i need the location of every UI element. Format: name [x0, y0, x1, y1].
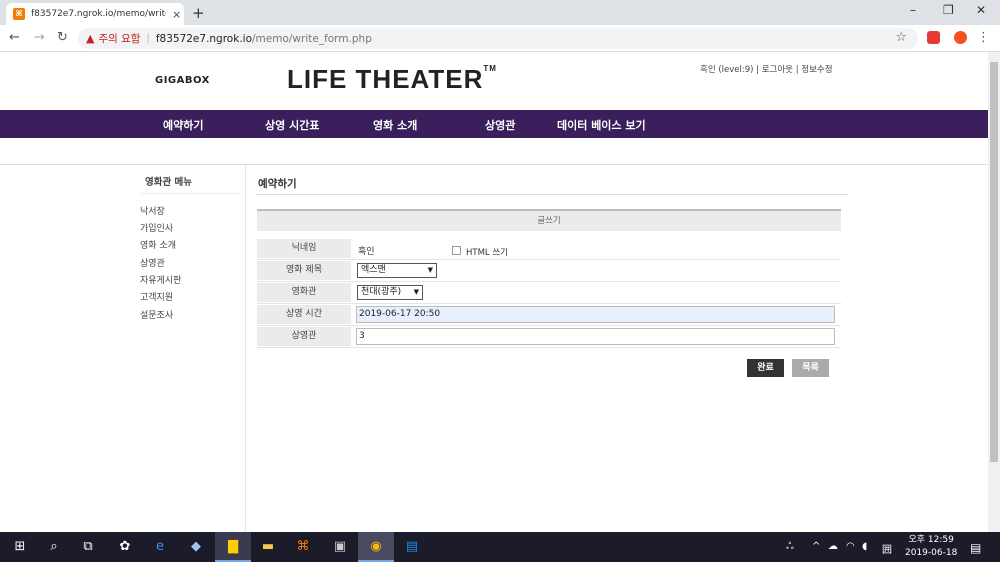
showtime-label: 상영 시간 — [257, 305, 351, 324]
cinema-selected: 천대(광주) — [361, 287, 402, 297]
nav-theater[interactable]: 상영관 — [485, 117, 515, 133]
nav-database[interactable]: 데이터 베이스 보기 — [557, 117, 646, 133]
back-arrow-icon[interactable]: ← — [9, 30, 20, 45]
window-close-button[interactable]: ✕ — [976, 3, 986, 17]
sidebar-item-greetings[interactable]: 가입인사 — [140, 221, 173, 234]
new-tab-button[interactable]: + — [192, 4, 205, 22]
divider — [256, 194, 848, 195]
divider: | — [146, 33, 150, 44]
tab-title: f83572e7.ngrok.io/memo/write_ — [31, 9, 166, 19]
file-explorer-icon[interactable]: ▬ — [260, 539, 276, 555]
url-host: f83572e7.ngrok.io — [155, 32, 252, 45]
wifi-icon[interactable]: ◠ — [846, 541, 855, 552]
sidebar-item-free-board[interactable]: 자유게시판 — [140, 273, 181, 286]
dropdown-arrow-icon: ▼ — [413, 288, 419, 296]
search-icon[interactable]: ⌕ — [46, 539, 62, 555]
trademark: TM — [483, 64, 497, 73]
scrollbar-thumb[interactable] — [990, 62, 998, 462]
onedrive-cloud-icon[interactable]: ☁ — [828, 541, 838, 552]
browser-tab-bar: ⌘ f83572e7.ngrok.io/memo/write_ × + – ❐ … — [0, 0, 1000, 25]
xampp-favicon-icon: ⌘ — [13, 8, 25, 20]
gigabox-logo[interactable]: GIGABOX — [155, 75, 210, 86]
divider — [0, 164, 988, 165]
minimize-button[interactable]: – — [910, 3, 916, 17]
html-checkbox[interactable] — [452, 246, 461, 255]
nav-movie-intro[interactable]: 영화 소개 — [373, 117, 417, 133]
showtime-input[interactable]: 2019-06-17 20:50 — [356, 306, 835, 323]
screen-label: 상영관 — [257, 327, 351, 346]
tab-close-button[interactable]: × — [172, 8, 181, 21]
app-paint-icon[interactable]: ✿ — [117, 539, 133, 555]
clock-time: 오후 12:59 — [908, 535, 954, 545]
browser-menu-icon[interactable]: ⋮ — [977, 30, 990, 45]
sidebar-title: 영화관 메뉴 — [145, 177, 193, 188]
extension-icon[interactable] — [927, 31, 940, 44]
list-button[interactable]: 목록 — [792, 359, 829, 377]
main-nav: 예약하기 상영 시간표 영화 소개 상영관 데이터 베이스 보기 — [0, 110, 988, 138]
reload-icon[interactable]: ↻ — [57, 30, 68, 45]
row-divider — [257, 303, 841, 304]
xampp-icon[interactable]: ⌘ — [295, 539, 311, 555]
page-title: 예약하기 — [258, 178, 297, 190]
forward-arrow-icon[interactable]: → — [34, 30, 45, 45]
address-bar[interactable]: ▲ 주의 요함 | f83572e7.ngrok.io/memo/write_f… — [78, 28, 918, 49]
row-divider — [257, 259, 841, 260]
sidebar-item-movie-intro[interactable]: 영화 소개 — [140, 238, 176, 251]
row-divider — [257, 325, 841, 326]
nickname-label: 닉네임 — [257, 239, 351, 258]
volume-icon[interactable]: ◖ — [862, 541, 867, 552]
browser-tab[interactable]: ⌘ f83572e7.ngrok.io/memo/write_ × — [6, 3, 184, 25]
maximize-button[interactable]: ❐ — [943, 3, 954, 17]
windows-taskbar: ⊞ ⌕ ⧉ ✿ e ◆ ▇ ▬ ⌘ ▣ ◉ ▤ ஃ ^ ☁ ◠ ◖ 囲 오후 1… — [0, 532, 1000, 562]
movie-title-select[interactable]: 엑스맨 ▼ — [357, 263, 437, 278]
app-window-icon[interactable]: ▣ — [332, 539, 348, 555]
security-warning[interactable]: 주의 요함 — [98, 31, 140, 46]
windows-start-icon[interactable]: ⊞ — [12, 539, 28, 555]
sidebar-item-support[interactable]: 고객지원 — [140, 290, 173, 303]
people-icon[interactable]: ஃ — [786, 541, 794, 553]
chrome-icon[interactable]: ◉ — [368, 539, 384, 555]
sidebar-item-guestbook[interactable]: 낙서장 — [140, 204, 165, 217]
profile-avatar-icon[interactable] — [954, 31, 967, 44]
terminal-app-icon[interactable]: ▇ — [225, 539, 241, 555]
warning-icon: ▲ — [86, 32, 95, 45]
notification-icon[interactable]: ▤ — [970, 541, 981, 555]
app-icon[interactable]: ◆ — [188, 539, 204, 555]
clock-date: 2019-06-18 — [905, 548, 958, 558]
system-clock[interactable]: 오후 12:59 2019-06-18 — [905, 534, 957, 560]
nickname-value: 흑인 — [358, 247, 375, 257]
url-path: /memo/write_form.php — [252, 32, 372, 45]
nav-schedule[interactable]: 상영 시간표 — [265, 117, 319, 133]
submit-button[interactable]: 완료 — [747, 359, 784, 377]
browser-toolbar: ← → ↻ ▲ 주의 요함 | f83572e7.ngrok.io/memo/w… — [0, 25, 1000, 52]
sidebar-item-survey[interactable]: 설문조사 — [140, 308, 173, 321]
html-checkbox-label: HTML 쓰기 — [466, 248, 508, 258]
web-page: GIGABOX LIFE THEATERTM 흑인 (level:9) | 로그… — [0, 52, 988, 532]
user-links[interactable]: 흑인 (level:9) | 로그아웃 | 정보수정 — [700, 63, 833, 75]
ime-icon[interactable]: 囲 — [882, 541, 892, 556]
cinema-label: 영화관 — [257, 283, 351, 302]
form-header: 글쓰기 — [257, 209, 841, 231]
dropdown-arrow-icon: ▼ — [427, 266, 433, 274]
row-divider — [257, 281, 841, 282]
movie-title-selected: 엑스맨 — [361, 265, 386, 275]
chevron-up-icon[interactable]: ^ — [812, 541, 820, 552]
edge-browser-icon[interactable]: e — [152, 539, 168, 555]
life-theater-logo[interactable]: LIFE THEATERTM — [287, 64, 497, 95]
row-divider — [257, 347, 841, 348]
divider — [245, 165, 246, 532]
task-view-icon[interactable]: ⧉ — [80, 539, 96, 555]
bookmark-star-icon[interactable]: ☆ — [895, 30, 907, 45]
sidebar-item-theater[interactable]: 상영관 — [140, 256, 165, 269]
logo-text: LIFE THEATER — [287, 64, 484, 94]
divider — [140, 193, 240, 194]
app-blue-icon[interactable]: ▤ — [404, 539, 420, 555]
cinema-select[interactable]: 천대(광주) ▼ — [357, 285, 423, 300]
movie-title-label: 영화 제목 — [257, 261, 351, 280]
nav-reservation[interactable]: 예약하기 — [163, 117, 203, 133]
screen-input[interactable]: 3 — [356, 328, 835, 345]
